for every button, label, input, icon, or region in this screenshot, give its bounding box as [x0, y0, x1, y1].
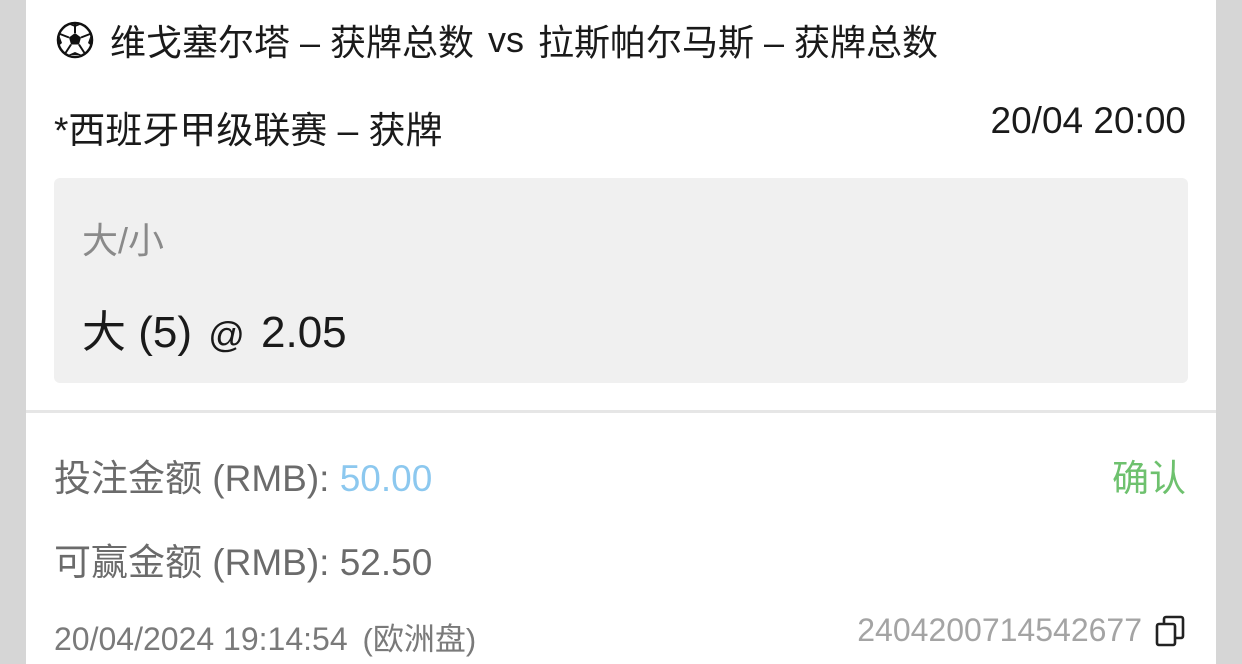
selection-box: 大/小 大 (5) @ 2.05 [54, 178, 1188, 383]
placed-time-row: 20/04/2024 19:14:54 (欧洲盘) [54, 614, 476, 659]
selection-pick: 大 (5) @ 2.05 [82, 296, 347, 360]
potential-win-label: 可赢金额 (RMB): [54, 542, 330, 583]
potential-win-value: 52.50 [339, 542, 433, 583]
divider [26, 410, 1216, 413]
bet-id: 2404200714542677 [857, 612, 1142, 648]
potential-win-row: 可赢金额 (RMB): 52.50 [54, 532, 432, 586]
bet-id-row: 2404200714542677 [857, 612, 1186, 649]
stake-row: 投注金额 (RMB): 50.00 [54, 448, 432, 502]
league-name: *西班牙甲级联赛 – 获牌 [54, 110, 443, 151]
pick-label: 大 (5) [82, 308, 192, 357]
at-symbol: @ [208, 314, 245, 355]
confirm-button[interactable]: 确认 [1112, 448, 1186, 502]
stake-value[interactable]: 50.00 [340, 458, 433, 499]
bet-slip-card: 维戈塞尔塔 – 获牌总数 vs 拉斯帕尔马斯 – 获牌总数 *西班牙甲级联赛 –… [26, 0, 1216, 664]
odds-value: 2.05 [261, 308, 347, 357]
market-label: 大/小 [82, 220, 165, 261]
placed-time: 20/04/2024 19:14:54 [54, 621, 348, 657]
stake-label: 投注金额 (RMB): [54, 458, 330, 499]
home-team: 维戈塞尔塔 – 获牌总数 [110, 22, 475, 63]
copy-icon[interactable] [1154, 614, 1186, 648]
odds-type: (欧洲盘) [362, 622, 477, 657]
match-title: 维戈塞尔塔 – 获牌总数 vs 拉斯帕尔马斯 – 获牌总数 [56, 14, 938, 66]
soccer-ball-icon [56, 21, 94, 59]
vs-label: vs [488, 19, 525, 60]
away-team: 拉斯帕尔马斯 – 获牌总数 [538, 22, 939, 63]
kickoff-time: 20/04 20:00 [990, 100, 1186, 141]
